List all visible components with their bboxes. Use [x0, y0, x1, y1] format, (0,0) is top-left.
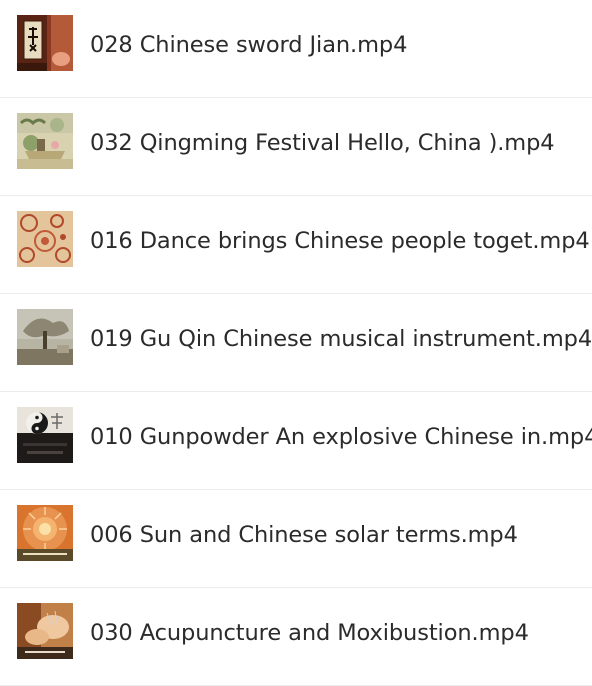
file-name: 032 Qingming Festival Hello, China ).mp4 [90, 130, 555, 156]
file-name: 010 Gunpowder An explosive Chinese in.mp… [90, 424, 592, 450]
file-name: 019 Gu Qin Chinese musical instrument.mp… [90, 326, 592, 352]
file-name: 028 Chinese sword Jian.mp4 [90, 32, 408, 58]
file-row[interactable]: 028 Chinese sword Jian.mp4 [0, 0, 592, 98]
sword-calligraphy-thumbnail [17, 15, 73, 71]
file-name: 030 Acupuncture and Moxibustion.mp4 [90, 620, 529, 646]
tree-landscape-thumbnail [17, 309, 73, 365]
file-row[interactable]: 030 Acupuncture and Moxibustion.mp4 [0, 588, 592, 686]
file-row[interactable]: 019 Gu Qin Chinese musical instrument.mp… [0, 294, 592, 392]
file-row[interactable]: 010 Gunpowder An explosive Chinese in.mp… [0, 392, 592, 490]
acupuncture-thumbnail [17, 603, 73, 659]
dance-pattern-thumbnail [17, 211, 73, 267]
yin-yang-thumbnail [17, 407, 73, 463]
file-row[interactable]: 016 Dance brings Chinese people toget.mp… [0, 196, 592, 294]
file-name: 006 Sun and Chinese solar terms.mp4 [90, 522, 518, 548]
qingming-festival-thumbnail [17, 113, 73, 169]
file-name: 016 Dance brings Chinese people toget.mp… [90, 228, 590, 254]
file-row[interactable]: 006 Sun and Chinese solar terms.mp4 [0, 490, 592, 588]
sun-rays-thumbnail [17, 505, 73, 561]
video-file-list: 028 Chinese sword Jian.mp4 032 Qingming … [0, 0, 592, 686]
file-row[interactable]: 032 Qingming Festival Hello, China ).mp4 [0, 98, 592, 196]
